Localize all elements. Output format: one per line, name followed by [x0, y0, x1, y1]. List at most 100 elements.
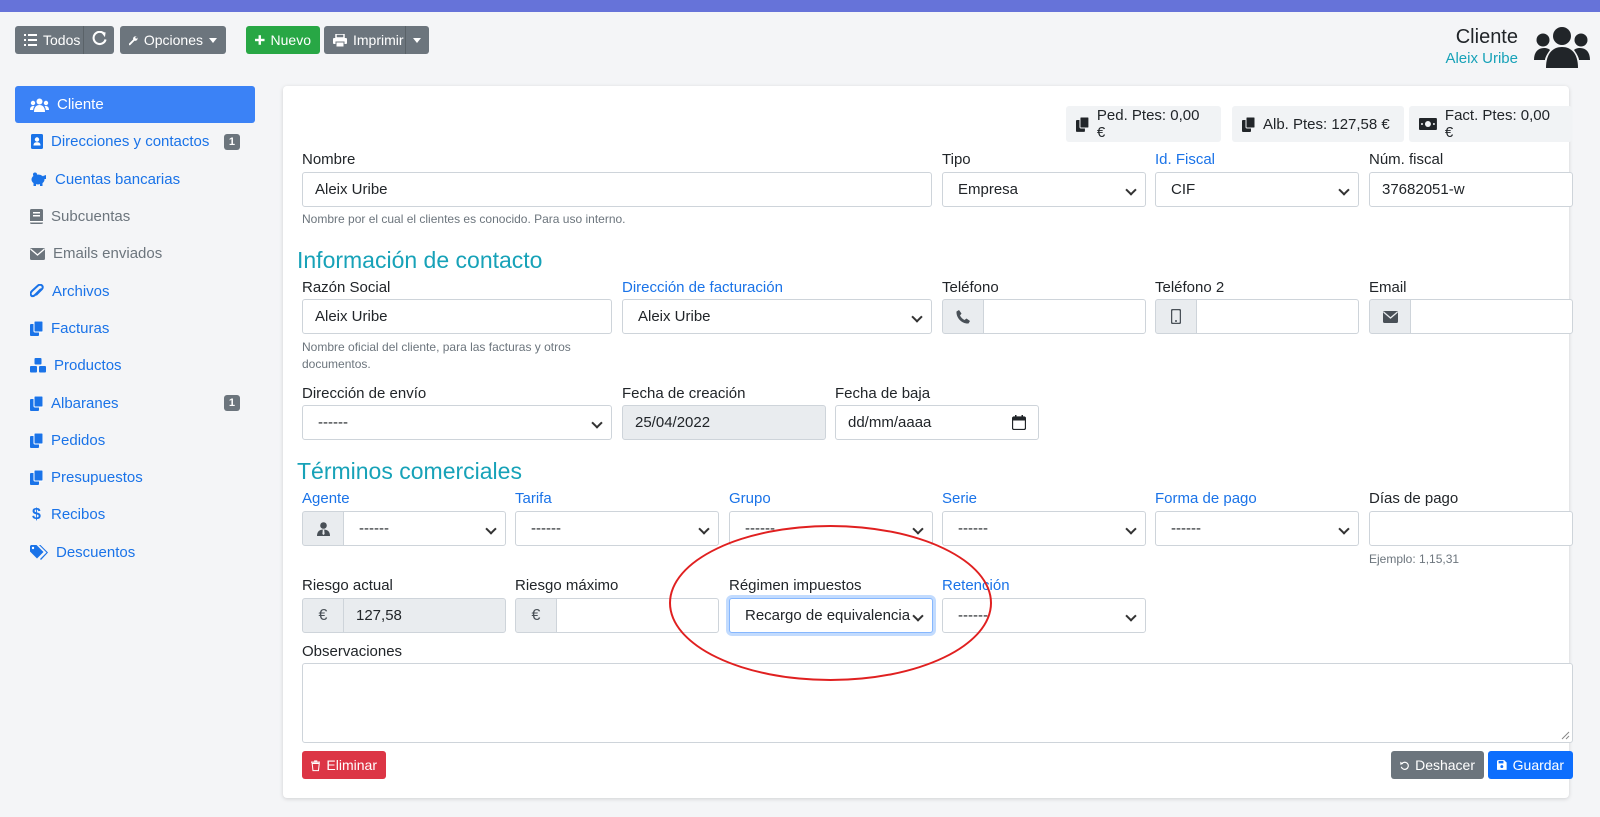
sidebar-item-label: Cuentas bancarias: [55, 170, 181, 188]
copy-icon: [30, 432, 43, 448]
sidebar-item-label: Albaranes: [51, 394, 119, 412]
telefono-input[interactable]: [983, 299, 1146, 334]
pending-delivery-pill: Alb. Ptes: 127,58 €: [1232, 106, 1404, 142]
idfiscal-label-link[interactable]: Id. Fiscal: [1155, 151, 1215, 168]
regimen-label: Régimen impuestos: [729, 577, 862, 594]
pending-delivery: Alb. Ptes: 127,58 €: [1263, 115, 1390, 133]
riesgoactual-input: 127,58: [343, 598, 506, 633]
copy-icon: [1242, 116, 1255, 132]
numfiscal-label: Núm. fiscal: [1369, 151, 1444, 168]
divider: [405, 26, 406, 54]
top-accent-bar: [0, 0, 1600, 12]
tipo-select[interactable]: Empresa: [942, 172, 1146, 207]
serie-select[interactable]: ------: [942, 511, 1146, 546]
sidebar-item-label: Descuentos: [56, 543, 136, 561]
agente-label-link[interactable]: Agente: [302, 490, 350, 507]
undo-button-label: Deshacer: [1415, 757, 1475, 773]
fechacreacion-input: 25/04/2022: [622, 405, 826, 440]
calendar-icon[interactable]: [1011, 415, 1027, 434]
terms-section-heading: Términos comerciales: [297, 458, 522, 484]
undo-icon: [1400, 761, 1409, 770]
sidebar-item-direcciones[interactable]: Direcciones y contactos 1: [15, 123, 255, 160]
nombre-input[interactable]: Aleix Uribe: [302, 172, 932, 207]
sidebar-item-label: Productos: [54, 357, 122, 375]
users-icon: [1534, 26, 1590, 72]
tarifa-select[interactable]: ------: [515, 511, 719, 546]
user-tie-icon: [302, 511, 344, 546]
serie-label-link[interactable]: Serie: [942, 490, 977, 507]
copy-icon: [30, 320, 43, 336]
euro-icon: €: [515, 598, 557, 633]
sidebar-item-cuentas-bancarias[interactable]: Cuentas bancarias: [15, 161, 255, 198]
diaspago-help: Ejemplo: 1,15,31: [1369, 552, 1460, 566]
formapago-select[interactable]: ------: [1155, 511, 1359, 546]
list-icon: [24, 34, 37, 46]
sidebar-item-productos[interactable]: Productos: [15, 347, 255, 384]
save-button[interactable]: Guardar: [1488, 751, 1573, 779]
regimen-select[interactable]: Recargo de equivalencia: [729, 598, 933, 633]
refresh-icon[interactable]: [92, 30, 107, 50]
sidebar-item-albaranes[interactable]: Albaranes 1: [15, 384, 255, 421]
sidebar-item-presupuestos[interactable]: Presupuestos: [15, 459, 255, 496]
observaciones-textarea[interactable]: [302, 663, 1573, 743]
riesgomax-label: Riesgo máximo: [515, 577, 619, 594]
formapago-label-link[interactable]: Forma de pago: [1155, 490, 1257, 507]
envelope-icon: [1369, 299, 1411, 334]
sidebar-item-label: Direcciones y contactos: [51, 133, 210, 151]
dirfact-select[interactable]: Aleix Uribe: [622, 299, 932, 334]
delete-button[interactable]: Eliminar: [302, 751, 386, 779]
direnvio-select[interactable]: ------: [302, 405, 612, 440]
money-bill-icon: [1419, 118, 1437, 130]
save-button-label: Guardar: [1512, 757, 1564, 773]
options-button[interactable]: Opciones: [120, 26, 226, 54]
telefono2-input[interactable]: [1196, 299, 1359, 334]
fechabaja-input[interactable]: dd/mm/aaaa: [835, 405, 1039, 440]
sidebar-item-label: Pedidos: [51, 431, 106, 449]
pending-invoices: Fact. Ptes: 0,00 €: [1444, 107, 1550, 141]
sidebar-item-label: Presupuestos: [51, 469, 143, 487]
tipo-label: Tipo: [942, 151, 971, 168]
razon-social-input[interactable]: Aleix Uribe: [302, 299, 612, 334]
undo-button[interactable]: Deshacer: [1391, 751, 1484, 779]
agente-select[interactable]: ------: [343, 511, 506, 546]
riesgomax-input[interactable]: [556, 598, 719, 633]
resize-handle-icon[interactable]: [1561, 731, 1570, 740]
sidebar-item-label: Facturas: [51, 319, 110, 337]
email-input[interactable]: [1410, 299, 1573, 334]
euro-icon: €: [302, 598, 344, 633]
fechabaja-placeholder: dd/mm/aaaa: [848, 414, 932, 431]
page-title: Cliente: [1455, 26, 1518, 48]
plus-icon: [255, 35, 265, 45]
numfiscal-input[interactable]: 37682051-w: [1369, 172, 1573, 207]
sidebar-item-pedidos[interactable]: Pedidos: [15, 422, 255, 459]
new-button[interactable]: Nuevo: [246, 26, 320, 54]
idfiscal-select[interactable]: CIF: [1155, 172, 1359, 207]
diaspago-input[interactable]: [1369, 511, 1573, 546]
tarifa-label-link[interactable]: Tarifa: [515, 490, 552, 507]
sidebar-item-subcuentas[interactable]: Subcuentas: [15, 198, 255, 235]
sidebar-item-label: Recibos: [51, 506, 106, 524]
fechacreacion-label: Fecha de creación: [622, 385, 746, 402]
sidebar-item-archivos[interactable]: Archivos: [15, 272, 255, 309]
print-dropdown-caret-icon[interactable]: [413, 38, 421, 43]
sidebar-item-label: Archivos: [52, 282, 110, 300]
sidebar-item-cliente[interactable]: Cliente: [15, 86, 255, 124]
pending-orders-pill: Ped. Ptes: 0,00 €: [1066, 106, 1221, 142]
razon-social-help: Nombre oficial del cliente, para las fac…: [302, 340, 571, 371]
chevron-down-icon: [209, 37, 217, 43]
fechabaja-label: Fecha de baja: [835, 385, 931, 402]
sidebar-item-descuentos[interactable]: Descuentos: [15, 534, 255, 571]
sidebar-item-recibos[interactable]: $ Recibos: [15, 496, 255, 533]
grupo-select[interactable]: ------: [729, 511, 933, 546]
dirfact-label-link[interactable]: Dirección de facturación: [622, 279, 783, 296]
page-subtitle-link[interactable]: Aleix Uribe: [1445, 50, 1518, 67]
grupo-label-link[interactable]: Grupo: [729, 490, 771, 507]
retencion-label-link[interactable]: Retención: [942, 577, 1010, 594]
copy-icon: [30, 395, 43, 411]
telefono2-label: Teléfono 2: [1155, 279, 1225, 296]
sidebar-item-facturas[interactable]: Facturas: [15, 310, 255, 347]
email-label: Email: [1369, 279, 1407, 296]
sidebar-item-emails-enviados[interactable]: Emails enviados: [15, 235, 255, 272]
retencion-select[interactable]: ------: [942, 598, 1146, 633]
paperclip-icon: [30, 283, 44, 297]
